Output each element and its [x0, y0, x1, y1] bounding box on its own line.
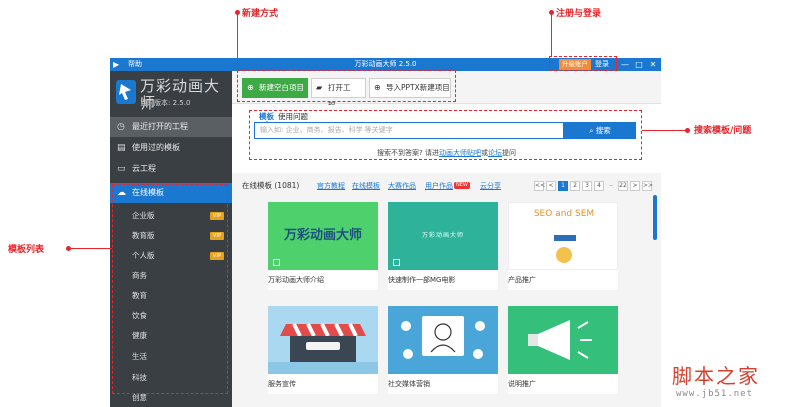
shop-awning-icon: [268, 323, 378, 374]
minimize-button[interactable]: —: [619, 58, 631, 71]
annotation-template-list: 模板列表: [8, 245, 45, 255]
template-card[interactable]: SEO and SEM 产品推广: [508, 202, 618, 290]
category-label: 创意: [132, 393, 147, 402]
page-last[interactable]: >>: [642, 181, 653, 191]
sidebar-item-recent-projects[interactable]: ◷ 最近打开的工程: [110, 117, 232, 137]
template-title: 快速制作一部MG电影: [388, 276, 456, 284]
screenshot-stage: ▶ 帮助 万彩动画大师 2.5.0 升级账户 登录 — □ ✕ 万彩动画大师 当…: [0, 0, 800, 407]
watermark-url: www.jb51.net: [676, 389, 754, 399]
annotation-line: [551, 13, 552, 56]
template-thumbnail: [268, 306, 378, 374]
sidebar-item-label: 使用过的模板: [132, 143, 180, 152]
page-3[interactable]: 3: [582, 181, 592, 191]
thumbnail-text: SEO and SEM: [533, 209, 595, 219]
template-card[interactable]: 万彩动画大师 快速制作一部MG电影: [388, 202, 498, 290]
filter-link-official[interactable]: 官方教程: [317, 179, 345, 193]
template-title: 产品推广: [508, 276, 536, 284]
close-button[interactable]: ✕: [647, 58, 659, 71]
template-title: 社交媒体营销: [388, 380, 430, 388]
template-icon: ▤: [117, 143, 126, 153]
page-prev[interactable]: <: [546, 181, 556, 191]
template-title: 服务宣传: [268, 380, 296, 388]
template-card[interactable]: 社交媒体营销: [388, 306, 498, 394]
page-ellipsis: ..: [609, 181, 613, 188]
sidebar-item-label: 云工程: [132, 164, 156, 173]
thumbnail-text: 万彩动画大师: [421, 232, 464, 239]
page-22[interactable]: 22: [618, 181, 628, 191]
sidebar-item-label: 最近打开的工程: [132, 122, 188, 131]
template-card[interactable]: 万彩动画大师 万彩动画大师介绍: [268, 202, 378, 290]
page-1[interactable]: 1: [558, 181, 568, 191]
page-2[interactable]: 2: [570, 181, 580, 191]
link-label: 用户作品: [425, 182, 453, 190]
template-title: 万彩动画大师介绍: [268, 276, 324, 284]
page-next[interactable]: >: [630, 181, 640, 191]
filter-link-contest[interactable]: 大赛作品: [388, 179, 416, 193]
template-list-area: 在线模板 (1081) 官方教程 在线模板 大赛作品 用户作品 NEW 云分享 <…: [232, 173, 661, 407]
play-frame-icon: [393, 259, 400, 266]
annotation-search-help: 搜索模板/问题: [694, 126, 752, 136]
sidebar-item-used-templates[interactable]: ▤ 使用过的模板: [110, 138, 232, 158]
filter-link-user[interactable]: 用户作品 NEW: [425, 179, 470, 193]
watermark-title: 脚本之家: [672, 364, 760, 388]
megaphone-icon: [528, 320, 592, 360]
filter-row: 在线模板 (1081) 官方教程 在线模板 大赛作品 用户作品 NEW 云分享 <…: [232, 179, 661, 193]
annotation-line: [642, 130, 686, 131]
clock-icon: ◷: [117, 122, 125, 132]
social-media-person-icon: [401, 316, 485, 359]
template-card[interactable]: 说明推广: [508, 306, 618, 394]
person-icon: [556, 247, 572, 263]
annotation-box-toolbar: [237, 70, 456, 102]
folder-icon: ▭: [117, 164, 126, 174]
template-title: 说明推广: [508, 380, 536, 388]
annotation-register-login: 注册与登录: [556, 9, 602, 19]
page-first[interactable]: <<: [534, 181, 545, 191]
template-thumbnail: SEO and SEM: [508, 202, 618, 270]
new-badge: NEW: [454, 182, 470, 189]
annotation-new-method: 新建方式: [242, 9, 279, 19]
annotation-box-categories: [112, 184, 228, 394]
thumbnail-text: 万彩动画大师: [283, 228, 362, 243]
template-thumbnail: [508, 306, 618, 374]
filter-link-cloud-share[interactable]: 云分享: [480, 179, 501, 193]
annotation-box-search: [249, 110, 642, 160]
maximize-button[interactable]: □: [633, 58, 645, 71]
brand-logo-icon: [116, 80, 136, 104]
template-count: 在线模板 (1081): [242, 181, 300, 190]
annotation-line: [70, 248, 112, 249]
thumbnail-bar: [554, 235, 576, 241]
filter-link-online[interactable]: 在线模板: [352, 179, 380, 193]
template-thumbnail: 万彩动画大师: [268, 202, 378, 270]
annotation-line: [237, 13, 238, 70]
site-watermark: 脚本之家 www.jb51.net: [672, 360, 796, 404]
version-label: 当前版本: 2.5.0: [140, 99, 191, 107]
list-scrollbar[interactable]: [653, 195, 657, 240]
play-frame-icon: [273, 259, 280, 266]
page-4[interactable]: 4: [594, 181, 604, 191]
sidebar-item-cloud-projects[interactable]: ▭ 云工程: [110, 159, 232, 179]
template-thumbnail: [388, 306, 498, 374]
annotation-box-login: [549, 56, 617, 71]
brand: 万彩动画大师 当前版本: 2.5.0: [110, 71, 232, 115]
template-card[interactable]: 服务宣传: [268, 306, 378, 394]
template-thumbnail: 万彩动画大师: [388, 202, 498, 270]
